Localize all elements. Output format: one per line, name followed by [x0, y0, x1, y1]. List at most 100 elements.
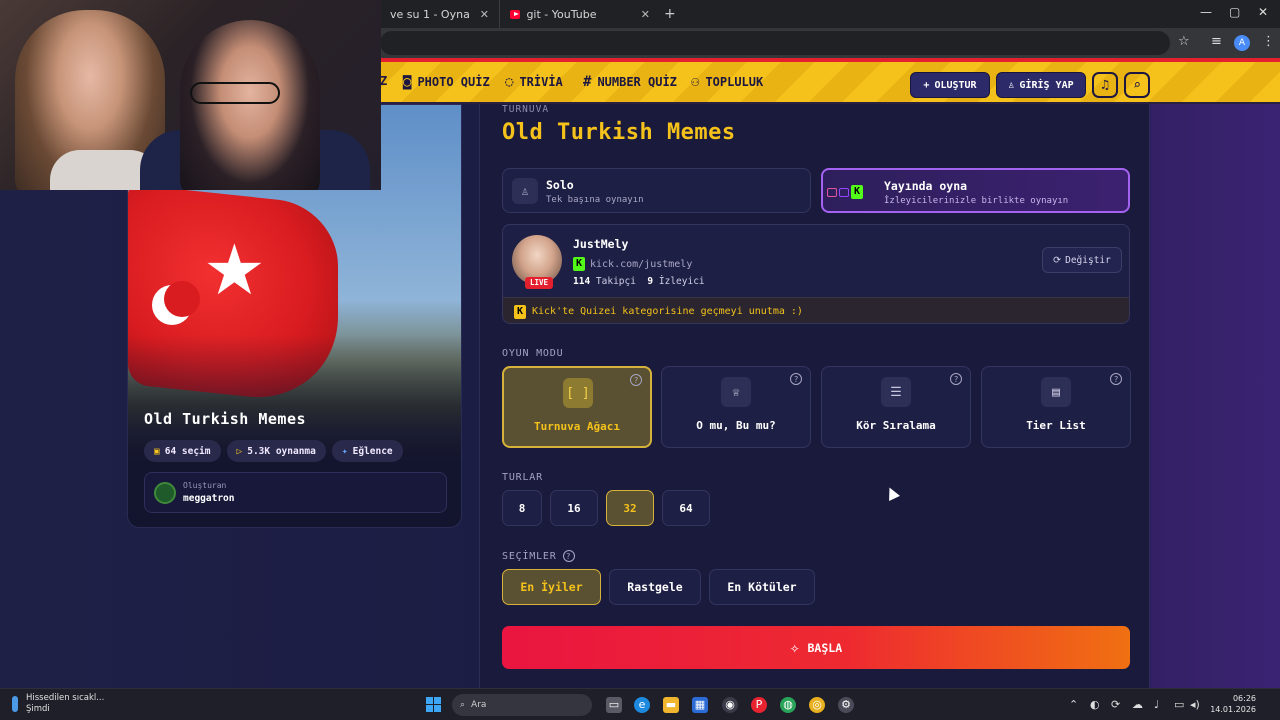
sync-icon[interactable]: ⟳	[1111, 698, 1120, 711]
globe-icon[interactable]: ◍	[780, 697, 796, 713]
taskbar-search[interactable]: ⌕ Ara	[452, 694, 592, 716]
rounds-option-64[interactable]: 64	[662, 490, 710, 526]
creator-card[interactable]: Oluşturan meggatron	[144, 472, 447, 513]
microphone-icon[interactable]: ♩	[1154, 698, 1159, 711]
kick-category-notice: K Kick'te Quizei kategorisine geçmeyi unu…	[503, 297, 1129, 323]
category-chip[interactable]: ✦ Eğlence	[331, 440, 403, 462]
quiz-stats: ▣ 64 seçim ▷ 5.3K oynanma ✦ Eğlence	[144, 440, 403, 462]
play-icon: ▷	[236, 445, 243, 457]
cover-quiz-title: Old Turkish Memes	[144, 410, 307, 428]
hash-icon: #	[583, 74, 592, 90]
solo-mode-button[interactable]: ♙ Solo Tek başına oynayın	[502, 168, 811, 213]
rounds-option-16[interactable]: 16	[550, 490, 598, 526]
stream-platforms-icon: K	[823, 179, 867, 205]
help-icon[interactable]: ?	[562, 550, 575, 562]
notifications-bell-icon[interactable]: ♫	[1092, 72, 1118, 98]
quiz-setup-panel: TURNUVA Old Turkish Memes ♙ Solo Tek baş…	[479, 104, 1150, 688]
kick-icon: K	[573, 257, 585, 271]
minimize-button[interactable]: —	[1200, 5, 1212, 19]
edge-icon[interactable]: e	[634, 697, 650, 713]
nav-item-number-quiz[interactable]: # NUMBER QUİZ	[583, 74, 677, 90]
users-icon: ⚇	[691, 74, 700, 90]
help-icon[interactable]: ?	[950, 373, 962, 385]
nav-item-quiz[interactable]: Z	[380, 74, 387, 88]
crown-icon: ♕	[721, 377, 751, 407]
plus-icon: +	[923, 79, 930, 91]
profile-avatar[interactable]: A	[1234, 35, 1250, 51]
user-icon: ♙	[1008, 79, 1015, 91]
selection-best[interactable]: En İyiler	[502, 569, 601, 605]
nav-item-community[interactable]: ⚇ TOPLULUK	[691, 74, 763, 90]
nav-item-photo-quiz[interactable]: ◙ PHOTO QUİZ	[403, 74, 490, 90]
volume-icon[interactable]: ◂)	[1190, 698, 1200, 711]
address-bar[interactable]	[380, 31, 1170, 55]
streamer-card: LIVE JustMely Kkick.com/justmely 114 Tak…	[502, 224, 1130, 324]
webcam-person-right	[180, 20, 320, 190]
kick-icon: K	[514, 304, 526, 319]
game-mode-tier-list[interactable]: ? ▤ Tier List	[981, 366, 1131, 448]
close-tab-icon[interactable]: ✕	[641, 8, 650, 21]
start-button[interactable]: ✧ BAŞLA	[502, 626, 1130, 669]
browser-tab-game[interactable]: ve su 1 - Oyna Ateş ve su✕	[380, 0, 500, 28]
login-button[interactable]: ♙ GİRİŞ YAP	[996, 72, 1086, 98]
stream-mode-button[interactable]: K Yayında oyna İzleyicilerinizle birlikt…	[821, 168, 1130, 213]
nav-item-trivia[interactable]: ◌ TRİVİA	[505, 74, 563, 90]
search-icon: ⌕	[460, 700, 466, 710]
rounds-option-8[interactable]: 8	[502, 490, 542, 526]
close-window-button[interactable]: ✕	[1258, 5, 1268, 19]
search-icon[interactable]: ⌕	[1124, 72, 1150, 98]
change-streamer-button[interactable]: ⟳ Değiştir	[1042, 247, 1122, 273]
flag-star-icon: ★	[203, 229, 266, 311]
task-view-icon[interactable]: ▭	[606, 697, 622, 713]
maximize-button[interactable]: ▢	[1229, 5, 1240, 19]
quiz-type-label: TURNUVA	[502, 104, 550, 115]
weather-widget[interactable]: Hissedilen sıcakl... Şimdi	[12, 693, 104, 715]
tray-chevron-icon[interactable]: ⌃	[1069, 698, 1078, 711]
pinterest-icon[interactable]: P	[751, 697, 767, 713]
game-mode-blind-ranking[interactable]: ? ☰ Kör Sıralama	[821, 366, 971, 448]
chat-icon: ◌	[505, 74, 514, 90]
new-tab-button[interactable]: +	[664, 6, 676, 22]
browser-tab-youtube[interactable]: git - YouTube ✕	[500, 0, 660, 28]
game-mode-label: OYUN MODU	[502, 348, 564, 359]
tray-app-icon[interactable]: ◐	[1090, 698, 1100, 711]
help-icon[interactable]: ?	[1110, 373, 1122, 385]
windows-start-icon[interactable]	[426, 697, 441, 712]
plays-count-chip: ▷ 5.3K oynanma	[226, 440, 326, 462]
cloud-icon[interactable]: ☁	[1132, 698, 1143, 711]
help-icon[interactable]: ?	[630, 374, 642, 386]
youtube-icon	[510, 9, 521, 19]
file-explorer-icon[interactable]: ▬	[663, 697, 679, 713]
game-mode-this-or-that[interactable]: ? ♕ O mu, Bu mu?	[661, 366, 811, 448]
app-icon[interactable]: ◉	[722, 697, 738, 713]
webcam-overlay	[0, 0, 381, 190]
browser-menu-icon[interactable]: ⋮	[1262, 34, 1275, 49]
settings-gear-icon[interactable]: ⚙	[838, 697, 854, 713]
creator-name[interactable]: meggatron	[183, 493, 234, 504]
selection-random[interactable]: Rastgele	[609, 569, 701, 605]
streamer-name: JustMely	[573, 237, 629, 251]
live-badge: LIVE	[525, 277, 554, 289]
close-tab-icon[interactable]: ✕	[480, 8, 489, 21]
sparkle-icon: ✧	[789, 638, 800, 657]
images-icon: ▣	[154, 445, 160, 457]
os-taskbar: Hissedilen sıcakl... Şimdi ⌕ Ara ▭ e ▬ ▦ ◉…	[0, 688, 1280, 720]
list-icon: ☰	[881, 377, 911, 407]
rounds-option-32[interactable]: 32	[606, 490, 654, 526]
bookmark-star-icon[interactable]: ☆	[1178, 34, 1190, 49]
system-clock[interactable]: 06:26 14.01.2026	[1208, 693, 1256, 715]
game-mode-bracket[interactable]: ? [ ] Turnuva Ağacı	[502, 366, 652, 448]
thermometer-icon	[12, 696, 18, 712]
store-icon[interactable]: ▦	[692, 697, 708, 713]
chrome-icon[interactable]: ◎	[809, 697, 825, 713]
creator-avatar	[154, 482, 176, 504]
create-button[interactable]: + OLUŞTUR	[910, 72, 990, 98]
selection-worst[interactable]: En Kötüler	[709, 569, 815, 605]
help-icon[interactable]: ?	[790, 373, 802, 385]
network-icon[interactable]: ▭	[1174, 698, 1184, 711]
creator-label: Oluşturan	[183, 481, 227, 490]
layers-icon: ▤	[1041, 377, 1071, 407]
streamer-url[interactable]: Kkick.com/justmely	[573, 257, 692, 271]
media-controls-icon[interactable]: ≡	[1211, 34, 1222, 49]
streamer-stats: 114 Takipçi 9 İzleyici	[573, 276, 705, 287]
